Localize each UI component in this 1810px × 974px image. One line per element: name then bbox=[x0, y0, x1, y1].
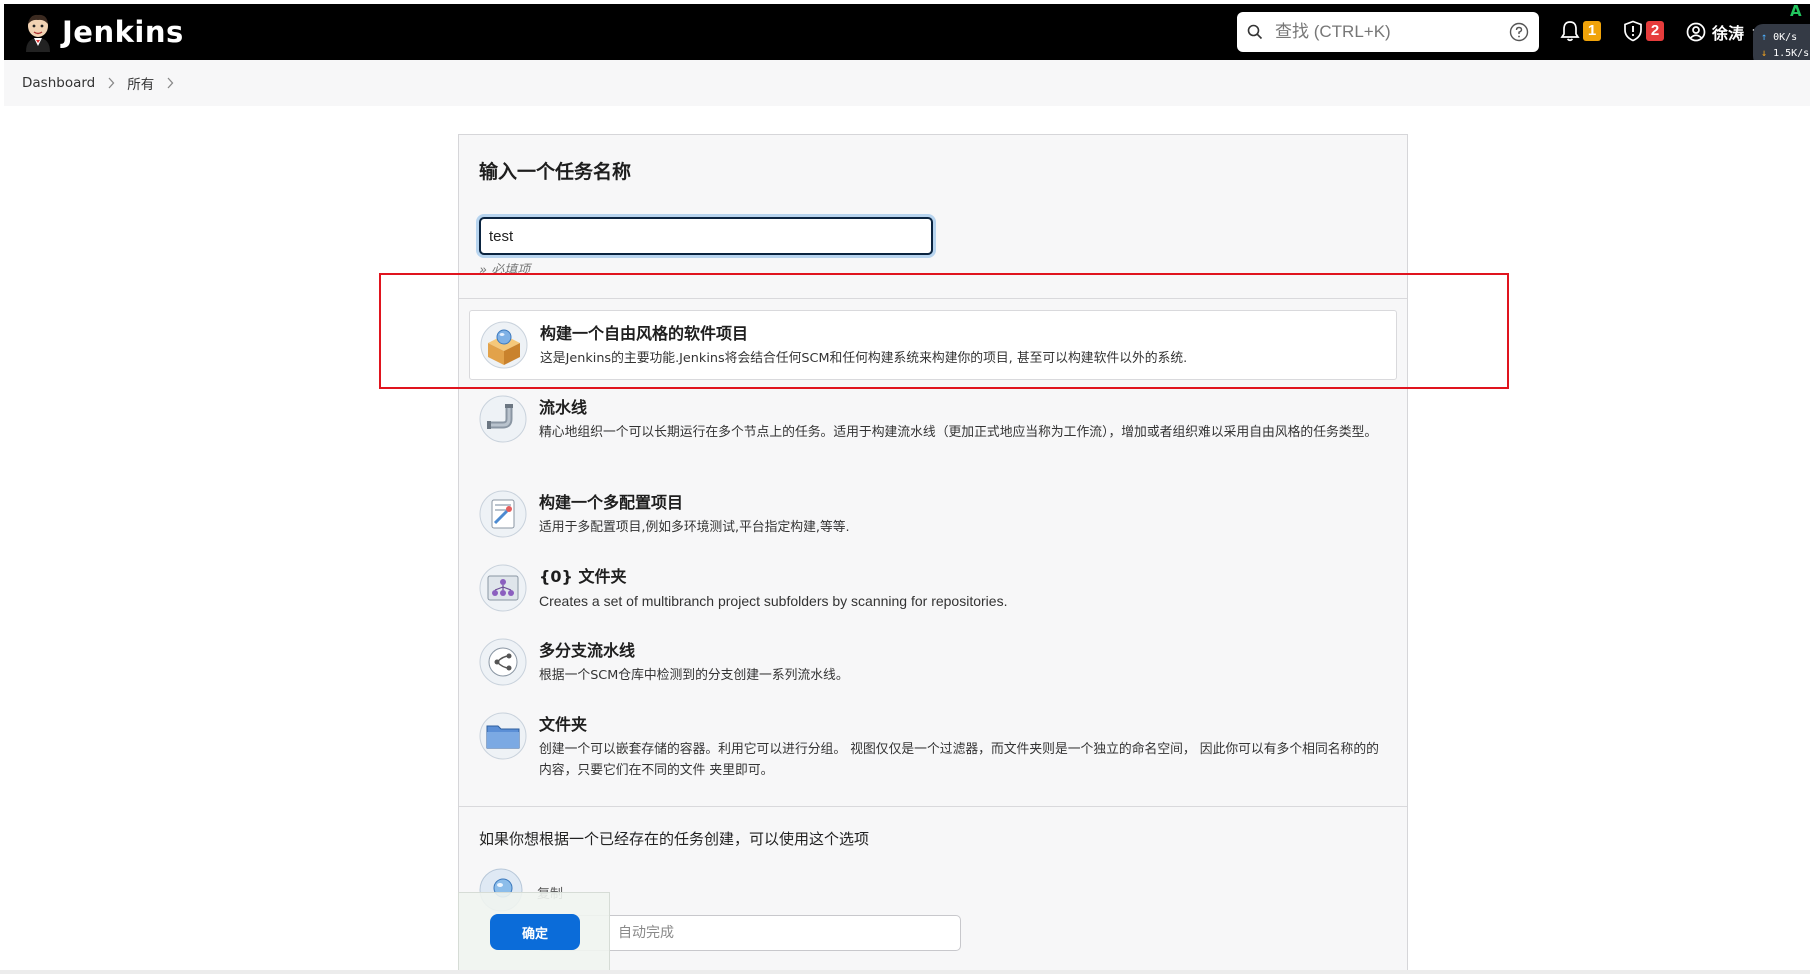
item-type-multi-config[interactable]: 构建一个多配置项目 适用于多配置项目,例如多环境测试,平台指定构建,等等. bbox=[469, 480, 1397, 550]
download-arrow-icon: ↓ bbox=[1761, 48, 1768, 59]
multi-config-icon bbox=[479, 490, 527, 538]
divider bbox=[459, 298, 1407, 299]
item-title: 构建一个自由风格的软件项目 bbox=[540, 324, 749, 343]
upload-arrow-icon: ↑ bbox=[1761, 32, 1768, 43]
user-icon bbox=[1686, 22, 1706, 42]
ok-button[interactable]: 确定 bbox=[490, 914, 580, 950]
item-title: 文件夹 bbox=[539, 715, 588, 734]
app-name: Jenkins bbox=[62, 15, 184, 49]
search-icon bbox=[1247, 24, 1263, 40]
item-description: 适用于多配置项目,例如多环境测试,平台指定构建,等等. bbox=[539, 520, 850, 535]
org-folder-icon bbox=[479, 564, 527, 612]
item-type-freestyle[interactable]: 构建一个自由风格的软件项目 这是Jenkins的主要功能.Jenkins将会结合… bbox=[469, 310, 1397, 380]
upload-speed: 0K/s bbox=[1773, 32, 1798, 43]
item-description: 根据一个SCM仓库中检测到的分支创建一系列流水线。 bbox=[539, 668, 849, 683]
required-hint: » 必填项 bbox=[479, 263, 531, 278]
search-box[interactable] bbox=[1237, 12, 1539, 52]
jenkins-home-link[interactable]: Jenkins bbox=[22, 12, 184, 52]
divider bbox=[459, 806, 1407, 807]
item-name-input[interactable] bbox=[479, 217, 933, 255]
shield-icon bbox=[1624, 20, 1642, 42]
breadcrumb: Dashboard 所有 bbox=[4, 60, 1810, 106]
item-description: 精心地组织一个可以长期运行在多个节点上的任务。适用于构建流水线（更加正式地应当称… bbox=[539, 425, 1378, 440]
notifications-badge: 1 bbox=[1583, 21, 1601, 41]
net-widget-label: A bbox=[1790, 2, 1802, 20]
search-input[interactable] bbox=[1275, 22, 1509, 42]
item-description: 这是Jenkins的主要功能.Jenkins将会结合任何SCM和任何构建系统来构… bbox=[540, 351, 1188, 366]
page-title: 输入一个任务名称 bbox=[479, 161, 632, 183]
item-type-pipeline[interactable]: 流水线 精心地组织一个可以长期运行在多个节点上的任务。适用于构建流水线（更加正式… bbox=[469, 385, 1397, 455]
pipeline-icon bbox=[479, 395, 527, 443]
security-badge: 2 bbox=[1646, 21, 1664, 41]
top-header: Jenkins 1 2 徐涛 bbox=[4, 4, 1810, 60]
copy-section-label: 如果你想根据一个已经存在的任务创建，可以使用这个选项 bbox=[479, 830, 870, 848]
user-name: 徐涛 bbox=[1712, 24, 1745, 43]
new-item-panel: 输入一个任务名称 » 必填项 构建一个自由风格的软件项目 这是Jenkins的主… bbox=[458, 134, 1408, 974]
breadcrumb-all[interactable]: 所有 bbox=[127, 73, 154, 93]
item-title: 构建一个多配置项目 bbox=[539, 493, 684, 512]
item-description: 创建一个可以嵌套存储的容器。利用它可以进行分组。 视图仅仅是一个过滤器，而文件夹… bbox=[539, 742, 1379, 778]
breadcrumb-dashboard[interactable]: Dashboard bbox=[22, 75, 95, 91]
chevron-right-icon[interactable] bbox=[166, 77, 174, 89]
notifications-button[interactable]: 1 bbox=[1560, 20, 1601, 42]
bell-icon bbox=[1560, 21, 1580, 42]
help-icon[interactable] bbox=[1509, 22, 1529, 42]
item-title: {0} 文件夹 bbox=[539, 567, 627, 586]
multibranch-icon bbox=[479, 638, 527, 686]
folder-icon bbox=[479, 712, 527, 760]
item-type-folder[interactable]: 文件夹 创建一个可以嵌套存储的容器。利用它可以进行分组。 视图仅仅是一个过滤器，… bbox=[469, 702, 1397, 793]
item-type-org-folder[interactable]: {0} 文件夹 Creates a set of multibranch pro… bbox=[469, 554, 1397, 624]
chevron-right-icon bbox=[108, 77, 115, 89]
item-title: 多分支流水线 bbox=[539, 641, 636, 660]
security-button[interactable]: 2 bbox=[1623, 20, 1664, 42]
item-title: 流水线 bbox=[539, 398, 588, 417]
page-bottom-edge bbox=[0, 970, 1810, 974]
item-type-multibranch[interactable]: 多分支流水线 根据一个SCM仓库中检测到的分支创建一系列流水线。 bbox=[469, 628, 1397, 698]
freestyle-box-icon bbox=[480, 321, 528, 369]
item-description: Creates a set of multibranch project sub… bbox=[539, 593, 1008, 609]
jenkins-logo-icon bbox=[26, 14, 50, 52]
download-speed: 1.5K/s bbox=[1773, 48, 1810, 59]
